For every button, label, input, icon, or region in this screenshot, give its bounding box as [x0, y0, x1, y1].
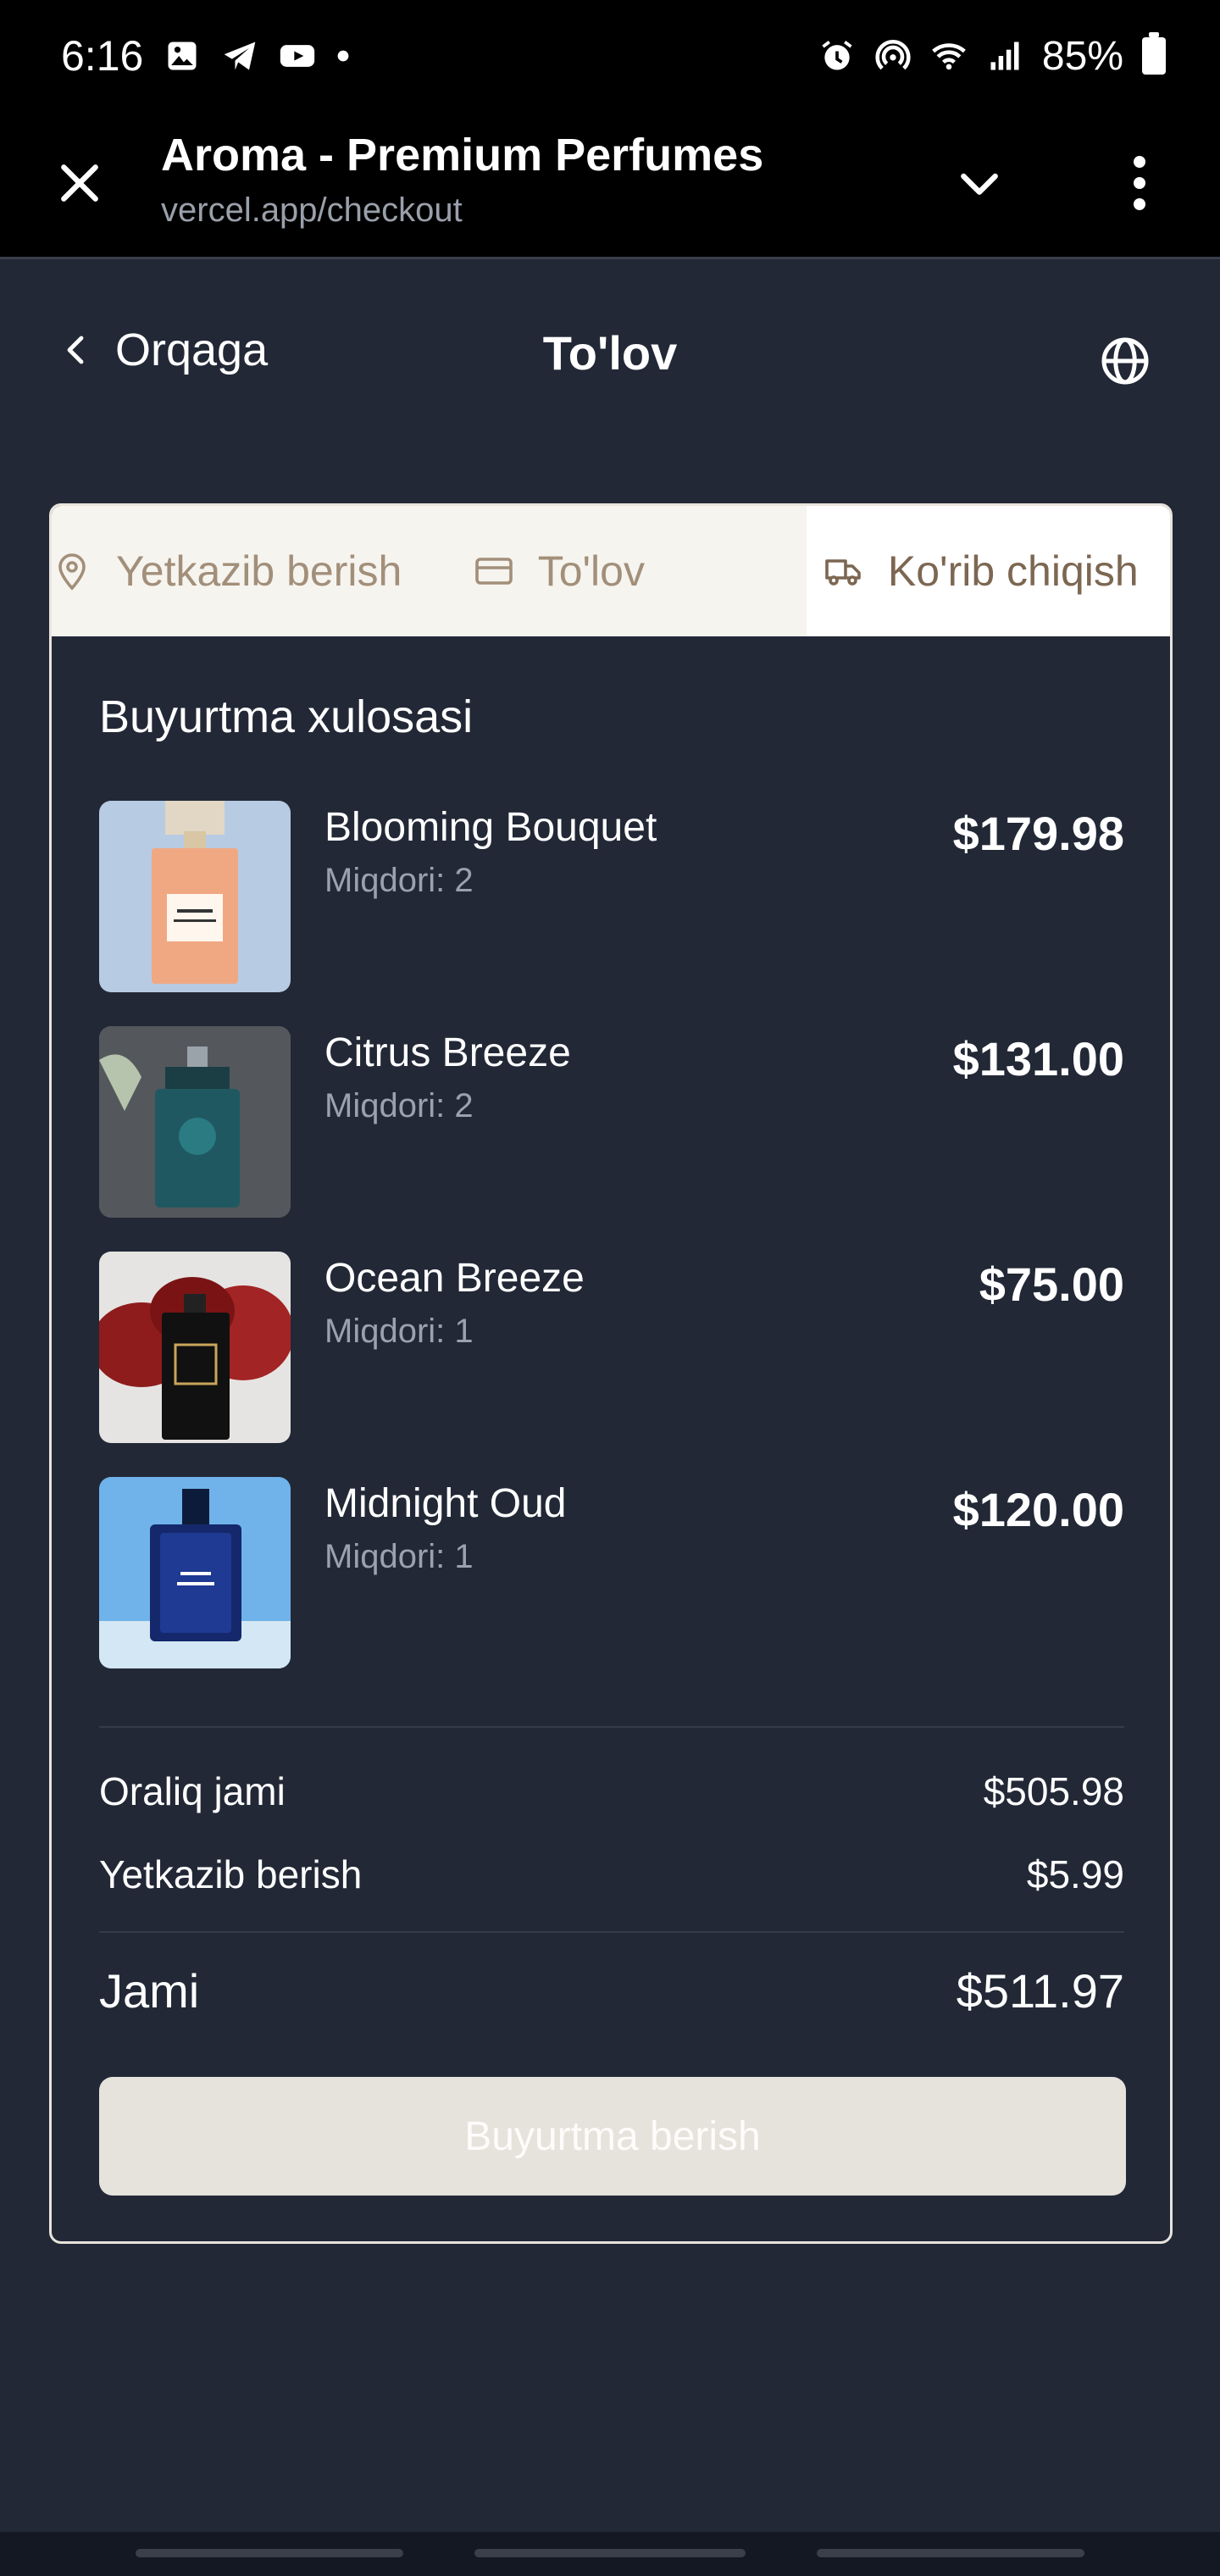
list-item: Ocean Breeze Miqdori: 1 $75.00 [99, 1252, 1124, 1443]
alarm-icon [822, 41, 852, 70]
item-quantity: Miqdori: 1 [324, 1538, 474, 1575]
youtube-icon [280, 45, 315, 67]
chevron-left-icon [67, 336, 84, 364]
shipping-value: $5.99 [1026, 1852, 1124, 1896]
truck-icon [825, 559, 861, 586]
nav-handle [136, 2549, 403, 2557]
dot-icon [337, 50, 349, 62]
list-item: Citrus Breeze Miqdori: 2 $131.00 [99, 1026, 1124, 1218]
divider [99, 1726, 1124, 1728]
browser-toolbar: Aroma - Premium Perfumes vercel.app/chec… [0, 119, 1220, 246]
subtotal-label: Oraliq jami [99, 1769, 286, 1813]
total-value: $511.97 [956, 1964, 1124, 2018]
battery-percent: 85% [1041, 33, 1123, 79]
globe-icon[interactable] [1100, 336, 1151, 386]
product-image [99, 1477, 291, 1668]
chevron-down-icon[interactable] [952, 156, 1006, 210]
back-label: Orqaga [115, 325, 269, 375]
tab-delivery-label: Yetkazib berish [116, 547, 402, 595]
shipping-row: Yetkazib berish $5.99 [99, 1852, 1124, 1897]
product-image [99, 1026, 291, 1218]
item-quantity: Miqdori: 2 [324, 1087, 474, 1124]
credit-card-icon [474, 558, 513, 585]
product-image [99, 1252, 291, 1443]
tab-review[interactable]: Ko'rib chiqish [806, 506, 1170, 636]
total-row: Jami $511.97 [99, 1963, 1124, 2018]
total-label: Jami [99, 1964, 200, 2018]
browser-chrome: 6:16 85% Aroma - Premium Perfumes vercel… [0, 0, 1220, 259]
item-price: $179.98 [952, 807, 1124, 860]
divider [99, 1931, 1124, 1933]
item-quantity: Miqdori: 1 [324, 1313, 474, 1350]
item-price: $75.00 [979, 1257, 1124, 1311]
status-bar: 6:16 85% [61, 29, 1166, 83]
telegram-icon [224, 42, 256, 70]
item-price: $120.00 [952, 1483, 1124, 1536]
tab-payment-label: To'lov [537, 547, 645, 595]
shipping-label: Yetkazib berish [99, 1852, 363, 1896]
item-name: Citrus Breeze [324, 1030, 571, 1075]
system-nav-bar [0, 2532, 1220, 2576]
more-options-icon[interactable] [1118, 149, 1161, 217]
subtotal-row: Oraliq jami $505.98 [99, 1768, 1124, 1814]
product-image [99, 801, 291, 992]
nav-handle [817, 2549, 1084, 2557]
hotspot-icon [875, 40, 911, 70]
item-price: $131.00 [952, 1032, 1124, 1085]
tab-payment[interactable]: To'lov [474, 506, 807, 636]
item-name: Blooming Bouquet [324, 805, 657, 850]
tab-review-label: Ko'rib chiqish [887, 547, 1139, 595]
signal-icon [990, 42, 1019, 70]
item-quantity: Miqdori: 2 [324, 862, 474, 899]
item-name: Midnight Oud [324, 1481, 567, 1526]
gallery-icon [168, 42, 197, 70]
browser-url[interactable]: vercel.app/checkout [161, 192, 463, 230]
checkout-steps: Yetkazib berish To'lov Ko'rib chiqish [52, 506, 1170, 636]
item-name: Ocean Breeze [324, 1256, 585, 1301]
status-time: 6:16 [61, 32, 144, 80]
map-pin-icon [58, 553, 86, 591]
place-order-button[interactable]: Buyurtma berish [99, 2077, 1126, 2196]
order-summary-title: Buyurtma xulosasi [99, 691, 474, 742]
back-button[interactable]: Orqaga [56, 324, 268, 376]
battery-icon [1142, 32, 1166, 75]
browser-page-title: Aroma - Premium Perfumes [161, 130, 764, 180]
checkout-card: Yetkazib berish To'lov Ko'rib chiqish Bu… [49, 503, 1173, 2244]
close-icon[interactable] [53, 156, 107, 210]
nav-handle[interactable] [474, 2549, 746, 2557]
wifi-icon [932, 43, 966, 70]
app-header: To'lov Orqaga [0, 305, 1220, 407]
tab-delivery[interactable]: Yetkazib berish [52, 506, 474, 636]
subtotal-value: $505.98 [983, 1769, 1124, 1813]
list-item: Blooming Bouquet Miqdori: 2 $179.98 [99, 801, 1124, 992]
list-item: Midnight Oud Miqdori: 1 $120.00 [99, 1477, 1124, 1668]
